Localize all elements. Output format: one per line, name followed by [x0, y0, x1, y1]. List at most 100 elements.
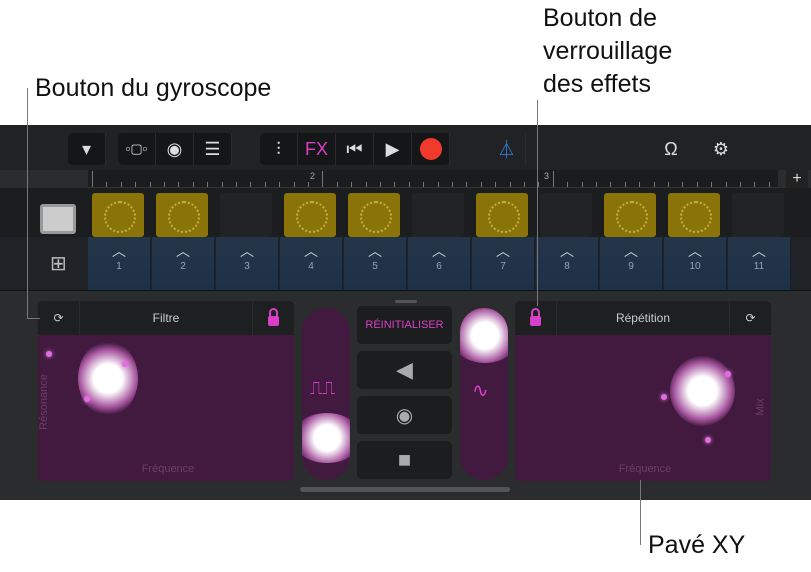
column-number: 10	[689, 261, 701, 272]
wobble-strip[interactable]: ∿	[460, 308, 508, 480]
tracks-row	[0, 188, 811, 237]
ruler-tick	[538, 182, 540, 187]
ruler-tick	[250, 182, 252, 187]
column-number: 2	[180, 261, 186, 272]
pattern-cell[interactable]	[220, 193, 272, 237]
ruler-tick	[106, 182, 108, 187]
column-trigger[interactable]: ︿ 11	[728, 237, 791, 290]
instrument-button[interactable]: ◉	[156, 133, 194, 165]
ruler-tick	[380, 182, 381, 187]
right-xy-pad[interactable]: Répétition ⟳ Fréquence Mix	[515, 301, 771, 481]
panel-drag-handle[interactable]	[395, 300, 417, 303]
ruler-tick	[581, 182, 583, 187]
ruler-tick	[452, 182, 453, 187]
pattern-cell[interactable]	[412, 193, 464, 237]
effects-lock-button[interactable]	[252, 301, 294, 335]
particle	[725, 371, 731, 377]
stop-button[interactable]: ■	[357, 441, 452, 479]
pattern-cell[interactable]	[348, 193, 400, 237]
chevron-up-icon: ︿	[624, 243, 638, 259]
ruler-tick	[336, 182, 338, 187]
play-button[interactable]: ▶	[374, 133, 412, 165]
chevron-up-icon: ︿	[176, 243, 190, 259]
loop-button[interactable]: Ω	[652, 133, 690, 165]
fx-button[interactable]: FX	[298, 133, 336, 165]
callout-leader	[640, 480, 641, 545]
metronome-button[interactable]: ⏃	[488, 133, 526, 165]
ruler-tick	[92, 171, 93, 187]
beat-sequencer-icon[interactable]	[40, 204, 76, 234]
scratch-button[interactable]: ◉	[357, 396, 452, 434]
scroll-handle[interactable]	[300, 487, 510, 492]
ruler-tick	[524, 182, 525, 187]
x-axis-label: Fréquence	[141, 463, 195, 475]
gyroscope-button[interactable]: ⟳	[729, 301, 771, 335]
pattern-cell[interactable]	[92, 193, 144, 237]
column-trigger[interactable]: ︿ 9	[600, 237, 663, 290]
turntable-icon: ◉	[395, 404, 414, 427]
settings-button[interactable]: ⚙	[702, 133, 740, 165]
add-section-button[interactable]: +	[786, 170, 808, 188]
chevron-up-icon: ︿	[432, 243, 446, 259]
ruler-tick	[624, 182, 626, 187]
pattern-cell[interactable]	[476, 193, 528, 237]
column-trigger[interactable]: ︿ 8	[536, 237, 599, 290]
xy-pad-callout: Pavé XY	[648, 531, 746, 559]
tracks-view-button[interactable]: ☰	[194, 133, 232, 165]
pattern-cell[interactable]	[156, 193, 208, 237]
particle	[122, 361, 128, 367]
ruler-tick	[149, 182, 151, 187]
ruler-tick	[682, 182, 684, 187]
filter-strip[interactable]: ⎍⎍	[302, 308, 350, 480]
pattern-cell[interactable]	[732, 193, 784, 237]
remix-fx-panel: ⟳ Filtre Fréquence Résonance ⎍⎍ RÉINITIA…	[0, 290, 811, 500]
gyroscope-icon: ⟳	[745, 311, 756, 325]
ruler-tick	[135, 182, 137, 187]
skip-back-icon: ⏮	[346, 138, 363, 159]
ruler-tick	[725, 182, 727, 187]
column-trigger[interactable]: ︿ 10	[664, 237, 727, 290]
ruler[interactable]: 2 3	[88, 170, 778, 188]
effects-lock-button[interactable]	[515, 301, 557, 335]
gyroscope-button[interactable]: ⟳	[38, 301, 80, 335]
pattern-cell[interactable]	[604, 193, 656, 237]
touch-glow	[302, 413, 350, 463]
ruler-tick	[480, 182, 482, 187]
sine-wave-icon: ∿	[472, 380, 489, 402]
column-trigger[interactable]: ︿ 6	[408, 237, 471, 290]
ruler-tick	[207, 182, 209, 187]
column-trigger[interactable]: ︿ 3	[216, 237, 279, 290]
pattern-cell[interactable]	[284, 193, 336, 237]
pattern-cell[interactable]	[540, 193, 592, 237]
record-icon	[419, 138, 442, 160]
live-loops-app: ▾ ▫▢▫ ◉ ☰ ⫶ FX ⏮ ▶ ⏃ Ω ⚙ 2 3 + ⊞ ︿ 1 ︿ 2 ︿ 3 ︿…	[0, 125, 811, 500]
reset-button[interactable]: RÉINITIALISER	[357, 306, 452, 344]
ruler-tick	[408, 182, 410, 187]
ruler-tick	[653, 182, 655, 187]
column-trigger[interactable]: ︿ 4	[280, 237, 343, 290]
touch-glow	[670, 356, 735, 426]
ruler-tick	[596, 182, 597, 187]
left-xy-pad[interactable]: ⟳ Filtre Fréquence Résonance	[38, 301, 294, 481]
record-button[interactable]	[412, 133, 450, 165]
column-trigger[interactable]: ︿ 1	[88, 237, 151, 290]
rewind-button[interactable]: ⏮	[336, 133, 374, 165]
effect-title[interactable]: Répétition	[557, 311, 729, 325]
view-toggle-button[interactable]: ▫▢▫	[118, 133, 156, 165]
browser-dropdown-button[interactable]: ▾	[68, 133, 106, 165]
mixer-button[interactable]: ⫶	[260, 133, 298, 165]
effect-title[interactable]: Filtre	[80, 311, 252, 325]
callout-line: des effets	[543, 70, 651, 98]
reverse-button[interactable]: ◀	[357, 351, 452, 389]
column-trigger[interactable]: ︿ 5	[344, 237, 407, 290]
edit-grid-icon[interactable]: ⊞	[50, 251, 67, 276]
particle	[661, 394, 667, 400]
column-trigger[interactable]: ︿ 2	[152, 237, 215, 290]
ruler-tick	[711, 182, 713, 187]
column-number: 8	[564, 261, 570, 272]
column-trigger[interactable]: ︿ 7	[472, 237, 535, 290]
ruler-tick	[509, 182, 511, 187]
chevron-up-icon: ︿	[240, 243, 254, 259]
tracks-icon: ☰	[204, 138, 221, 159]
pattern-cell[interactable]	[668, 193, 720, 237]
